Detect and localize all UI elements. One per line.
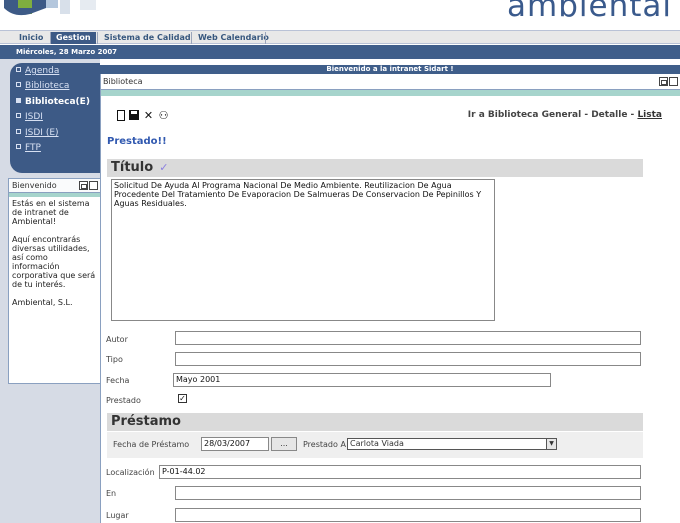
welcome-panel-title: Bienvenido bbox=[12, 181, 57, 190]
nav-divider bbox=[265, 32, 266, 44]
fecha-prestamo-field[interactable]: 28/03/2007 bbox=[201, 437, 269, 451]
status-message: Prestado!! bbox=[107, 136, 167, 147]
tipo-label: Tipo bbox=[106, 355, 123, 364]
bullet-icon bbox=[16, 98, 21, 103]
header: ambiental bbox=[0, 0, 680, 30]
sidebar-item-label: Agenda bbox=[25, 66, 60, 76]
tab-inicio[interactable]: Inicio bbox=[14, 32, 48, 44]
sidebar-item-isdi-e[interactable]: ISDI (E) bbox=[16, 127, 59, 139]
tab-gestion[interactable]: Gestion bbox=[51, 32, 96, 44]
nav-divider bbox=[191, 32, 192, 44]
tab-web-calendario[interactable]: Web Calendario bbox=[193, 32, 274, 44]
main-panel-header: Biblioteca bbox=[101, 74, 680, 90]
localizacion-label: Localización bbox=[106, 468, 155, 477]
tab-sistema-calidad[interactable]: Sistema de Calidad bbox=[99, 32, 196, 44]
sidebar-item-biblioteca[interactable]: Biblioteca bbox=[16, 80, 69, 92]
chevron-down-icon[interactable]: ▼ bbox=[546, 439, 556, 449]
welcome-panel-header: Bienvenido bbox=[9, 179, 100, 193]
prestado-checkbox[interactable]: ✓ bbox=[178, 394, 187, 403]
welcome-strip: Bienvenido a la intranet Sidart ! bbox=[100, 65, 680, 74]
en-field[interactable] bbox=[175, 486, 641, 500]
prestado-a-label: Prestado A bbox=[303, 440, 346, 449]
teal-divider bbox=[101, 90, 680, 96]
breadcrumb-text: Ir a Biblioteca General - Detalle - bbox=[467, 110, 638, 120]
maximize-icon[interactable] bbox=[89, 181, 98, 190]
bullet-icon bbox=[16, 144, 21, 149]
panel-title: Biblioteca bbox=[103, 77, 143, 86]
maximize-icon[interactable] bbox=[669, 77, 678, 86]
titulo-label: Título bbox=[111, 160, 154, 175]
sidebar-item-ftp[interactable]: FTP bbox=[16, 142, 41, 154]
prestamo-label: Préstamo bbox=[111, 414, 181, 429]
sidebar-item-label: FTP bbox=[25, 143, 41, 153]
delete-icon[interactable]: ✕ bbox=[143, 110, 154, 121]
welcome-panel: Bienvenido Estás en el sistema de intran… bbox=[8, 178, 100, 384]
sidebar-item-biblioteca-e[interactable]: Biblioteca(E) bbox=[16, 96, 90, 108]
prestado-a-select[interactable]: Carlota Viada ▼ bbox=[347, 438, 557, 450]
localizacion-field[interactable]: P-01-44.02 bbox=[159, 465, 641, 479]
toolbar: ✕ ⚇ bbox=[117, 110, 173, 122]
autor-label: Autor bbox=[106, 335, 128, 344]
titulo-section-header: Título ✓ bbox=[107, 159, 643, 177]
welcome-signature: Ambiental, S.L. bbox=[12, 298, 73, 307]
tipo-field[interactable] bbox=[175, 352, 641, 366]
fecha-field[interactable]: Mayo 2001 bbox=[173, 373, 551, 387]
sidebar: Agenda Biblioteca Biblioteca(E) ISDI ISD… bbox=[0, 59, 100, 523]
sidebar-item-agenda[interactable]: Agenda bbox=[16, 65, 59, 77]
spellcheck-icon[interactable]: ✓ bbox=[159, 161, 168, 174]
lista-link[interactable]: Lista bbox=[637, 110, 662, 120]
date-bar: Miércoles, 28 Marzo 2007 bbox=[0, 45, 680, 59]
welcome-text: Aquí encontrarás diversas utilidades, as… bbox=[12, 235, 96, 289]
logo-icon bbox=[4, 0, 96, 16]
bullet-icon bbox=[16, 113, 21, 118]
breadcrumb: Ir a Biblioteca General - Detalle - List… bbox=[468, 110, 662, 120]
titulo-textarea[interactable]: Solicitud De Ayuda Al Programa Nacional … bbox=[111, 179, 495, 321]
search-binoculars-icon[interactable]: ⚇ bbox=[158, 110, 169, 121]
fecha-label: Fecha bbox=[106, 376, 130, 385]
restore-icon[interactable] bbox=[79, 181, 88, 190]
date-picker-button[interactable]: ... bbox=[271, 437, 297, 451]
bullet-icon bbox=[16, 129, 21, 134]
fecha-prestamo-label: Fecha de Préstamo bbox=[113, 440, 190, 449]
main-panel: Biblioteca ✕ ⚇ Ir a Biblioteca General - … bbox=[100, 74, 680, 523]
welcome-text: Estás en el sistema de intranet de Ambie… bbox=[12, 199, 90, 226]
prestado-label: Prestado bbox=[106, 396, 141, 405]
restore-icon[interactable] bbox=[659, 77, 668, 86]
prestado-a-value: Carlota Viada bbox=[350, 439, 404, 448]
prestamo-row: Fecha de Préstamo 28/03/2007 ... Prestad… bbox=[107, 432, 643, 458]
sidebar-item-label: ISDI (E) bbox=[25, 128, 59, 138]
save-icon[interactable] bbox=[129, 110, 139, 120]
prestamo-section-header: Préstamo bbox=[107, 413, 643, 431]
sidebar-item-label: Biblioteca(E) bbox=[25, 97, 90, 107]
brand-name: ambiental bbox=[507, 0, 672, 24]
sidebar-item-isdi[interactable]: ISDI bbox=[16, 111, 43, 123]
bullet-icon bbox=[16, 82, 21, 87]
bullet-icon bbox=[16, 67, 21, 72]
sidebar-item-label: Biblioteca bbox=[25, 81, 70, 91]
nav-divider bbox=[97, 32, 98, 44]
lugar-label: Lugar bbox=[106, 511, 129, 520]
lugar-field[interactable] bbox=[175, 508, 641, 522]
new-document-icon[interactable] bbox=[117, 110, 125, 121]
autor-field[interactable] bbox=[175, 331, 641, 345]
en-label: En bbox=[106, 489, 117, 498]
sidebar-item-label: ISDI bbox=[25, 112, 43, 122]
top-nav: Inicio Gestion Sistema de Calidad Web Ca… bbox=[0, 30, 680, 44]
